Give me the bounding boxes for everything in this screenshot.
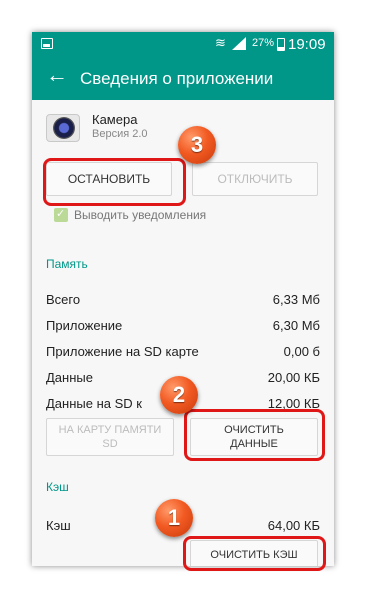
camera-lens-icon xyxy=(53,117,75,139)
memory-row-value: 0,00 б xyxy=(283,344,320,359)
memory-section-title: Память xyxy=(46,257,88,271)
page-title: Сведения о приложении xyxy=(80,69,274,88)
step-badge-3: 3 xyxy=(178,126,216,164)
memory-row-label: Данные на SD к xyxy=(46,396,142,411)
move-to-sd-label-line1: НА КАРТУ ПАМЯТИ xyxy=(58,424,162,436)
memory-row-label: Всего xyxy=(46,292,81,307)
app-name: Камера xyxy=(92,112,138,127)
wifi-icon: ≋ xyxy=(215,35,226,50)
memory-row-label: Данные xyxy=(46,370,93,385)
back-arrow-icon[interactable]: ← xyxy=(46,64,68,86)
battery-icon xyxy=(277,38,285,51)
app-bar: ← Сведения о приложении xyxy=(32,56,334,100)
cache-row-value: 64,00 КБ xyxy=(267,518,320,533)
phone-screen: ≋ 27% 19:09 ← Сведения о приложении Каме… xyxy=(32,32,334,566)
move-to-sd-button[interactable]: НА КАРТУ ПАМЯТИ SD xyxy=(46,418,174,456)
highlight-clear-cache-button xyxy=(183,536,326,571)
notifications-checkbox[interactable] xyxy=(54,207,68,222)
memory-row-value: 6,33 Мб xyxy=(272,292,320,307)
cache-section-title: Кэш xyxy=(46,480,69,494)
highlight-stop-button xyxy=(43,158,186,206)
cache-row-label: Кэш xyxy=(46,518,71,533)
notifications-label: Выводить уведомления xyxy=(74,208,207,222)
step-badge-1: 1 xyxy=(155,499,193,537)
highlight-clear-data-button xyxy=(184,409,325,461)
camera-app-icon xyxy=(46,114,80,142)
signal-icon xyxy=(232,37,246,50)
battery-percent: 27% xyxy=(252,37,275,49)
memory-row-value: 6,30 Мб xyxy=(272,318,320,333)
disable-button[interactable]: ОТКЛЮЧИТЬ xyxy=(192,162,318,196)
memory-row-label: Приложение на SD карте xyxy=(46,344,199,359)
app-version: Версия 2.0 xyxy=(92,128,148,140)
step-badge-2: 2 xyxy=(160,376,198,414)
gallery-notification-icon xyxy=(41,38,53,49)
status-bar: ≋ 27% 19:09 xyxy=(32,32,334,56)
memory-row-value: 20,00 КБ xyxy=(267,370,320,385)
move-to-sd-label-line2: SD xyxy=(102,438,118,450)
memory-row-label: Приложение xyxy=(46,318,123,333)
clock: 19:09 xyxy=(288,36,326,53)
